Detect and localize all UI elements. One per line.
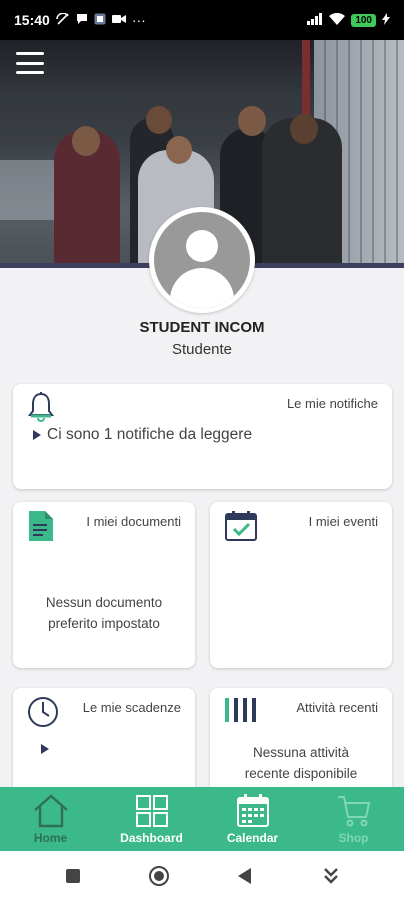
nav-home-label: Home: [33, 831, 68, 845]
wifi-icon: [329, 12, 346, 28]
hero-person-4-head: [238, 106, 266, 136]
user-name: STUDENT INCOM: [139, 319, 265, 336]
system-navigation-bar: [0, 851, 404, 900]
deadlines-card[interactable]: Le mie scadenze: [13, 688, 195, 798]
menu-bar: [16, 61, 44, 65]
chat-icon: [76, 13, 88, 27]
signal-icon: [307, 12, 323, 28]
nav-shop-label: Shop: [338, 831, 369, 845]
avatar-body: [170, 268, 234, 308]
events-title: I miei eventi: [308, 514, 378, 529]
documents-empty-message: Nessun documento preferito impostato: [45, 595, 163, 631]
recent-apps-button[interactable]: [58, 861, 88, 891]
play-arrow-icon[interactable]: [41, 744, 49, 754]
status-left: 15:40 ···: [14, 12, 146, 28]
activities-card[interactable]: Attività recenti Nessuna attività recent…: [210, 688, 392, 798]
sync-off-icon: [56, 12, 70, 27]
deadlines-title: Le mie scadenze: [82, 700, 181, 715]
avatar-placeholder-icon: [154, 212, 250, 308]
cart-icon: [336, 793, 372, 829]
calendar-check-icon: [224, 510, 258, 547]
hamburger-menu-button[interactable]: [16, 52, 44, 74]
documents-card[interactable]: I miei documenti Nessun documento prefer…: [13, 502, 195, 668]
app-icon: [94, 13, 106, 27]
user-role: Studente: [171, 341, 233, 358]
menu-bar: [16, 52, 44, 55]
grid-icon: [135, 793, 169, 829]
notifications-title: Le mie notifiche: [286, 396, 378, 411]
status-right: 100: [307, 12, 390, 28]
notifications-message-row[interactable]: Ci sono 1 notifiche da leggere: [33, 426, 252, 444]
hero-window: [0, 160, 60, 220]
bell-icon: [27, 392, 55, 427]
home-icon: [32, 793, 70, 829]
calendar-icon: [236, 793, 270, 829]
nav-dashboard-label: Dashboard: [120, 831, 183, 845]
hero-person-5-head: [290, 114, 318, 144]
battery-indicator: 100: [351, 13, 376, 27]
hero-person-1-head: [72, 126, 100, 156]
accessibility-down-icon[interactable]: [316, 861, 346, 891]
clock-icon: [27, 696, 59, 733]
nav-calendar[interactable]: Calendar: [202, 787, 303, 851]
charging-icon: [382, 12, 390, 28]
bottom-navigation: Home Dashboard Calendar Shop: [0, 787, 404, 851]
hero-ceiling: [0, 40, 320, 100]
back-button[interactable]: [230, 861, 260, 891]
status-bar: 15:40 ··· 100: [0, 0, 404, 40]
activities-title: Attività recenti: [296, 700, 378, 715]
events-card[interactable]: I miei eventi: [210, 502, 392, 668]
home-system-button[interactable]: [144, 861, 174, 891]
nav-calendar-label: Calendar: [226, 831, 279, 845]
nav-shop[interactable]: Shop: [303, 787, 404, 851]
document-icon: [27, 510, 55, 547]
play-arrow-icon: [33, 430, 41, 440]
status-time: 15:40: [14, 12, 50, 28]
menu-bar: [16, 71, 44, 74]
notifications-message: Ci sono 1 notifiche da leggere: [47, 426, 253, 443]
documents-title: I miei documenti: [86, 514, 181, 529]
nav-home[interactable]: Home: [0, 787, 101, 851]
hero-person-3-head: [166, 136, 192, 164]
notifications-card[interactable]: Le mie notifiche Ci sono 1 notifiche da …: [13, 384, 392, 489]
avatar-head: [186, 230, 218, 262]
activities-empty-message: Nessuna attività recente disponibile: [244, 745, 358, 781]
avatar[interactable]: [149, 207, 255, 313]
activity-bars-icon: [224, 696, 258, 729]
nav-dashboard[interactable]: Dashboard: [101, 787, 202, 851]
video-icon: [111, 14, 126, 26]
more-notifications: ···: [131, 12, 146, 28]
hero-person-2-head: [146, 106, 172, 134]
